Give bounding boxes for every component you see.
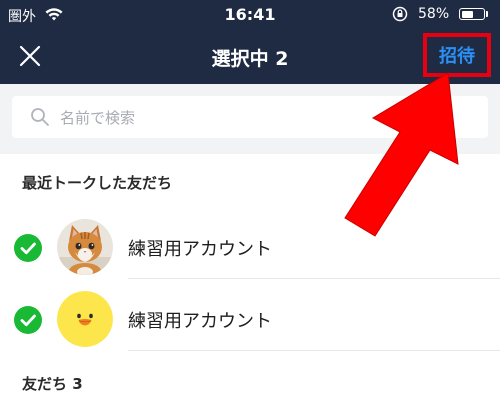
section-header-recent: 最近トークした友だち [22,174,173,192]
friend-name: 練習用アカウント [128,239,272,260]
friend-row[interactable]: 練習用アカウント [0,285,500,351]
search-area [0,84,500,154]
navigation-bar: 選択中 2 招待 [0,30,500,84]
search-icon [31,108,49,126]
section-header-friends: 友だち 3 [22,375,83,393]
selected-check-icon[interactable] [14,306,42,334]
invite-friends-screen: 圏外 16:41 58% 選択中 2 招待 名前で検索 最近トークした友だち 練… [0,0,500,420]
search-box[interactable] [12,96,488,140]
battery-fill [461,10,474,18]
friend-name: 練習用アカウント [128,311,272,332]
friend-row[interactable]: 練習用アカウント [0,213,500,279]
sally-chick-icon [57,291,113,347]
battery-cap [486,11,488,17]
row-divider [128,350,500,351]
status-bar: 圏外 16:41 58% [0,0,500,30]
avatar-kitten [57,219,113,275]
avatar-sally [57,291,113,347]
battery-percent: 58% [418,6,450,22]
invite-button[interactable]: 招待 [423,33,491,77]
search-input[interactable] [58,96,462,140]
rotation-lock-icon [392,6,408,22]
kitten-photo-icon [57,219,113,275]
selected-check-icon[interactable] [14,234,42,262]
battery-icon [459,8,485,20]
row-divider [128,278,500,279]
